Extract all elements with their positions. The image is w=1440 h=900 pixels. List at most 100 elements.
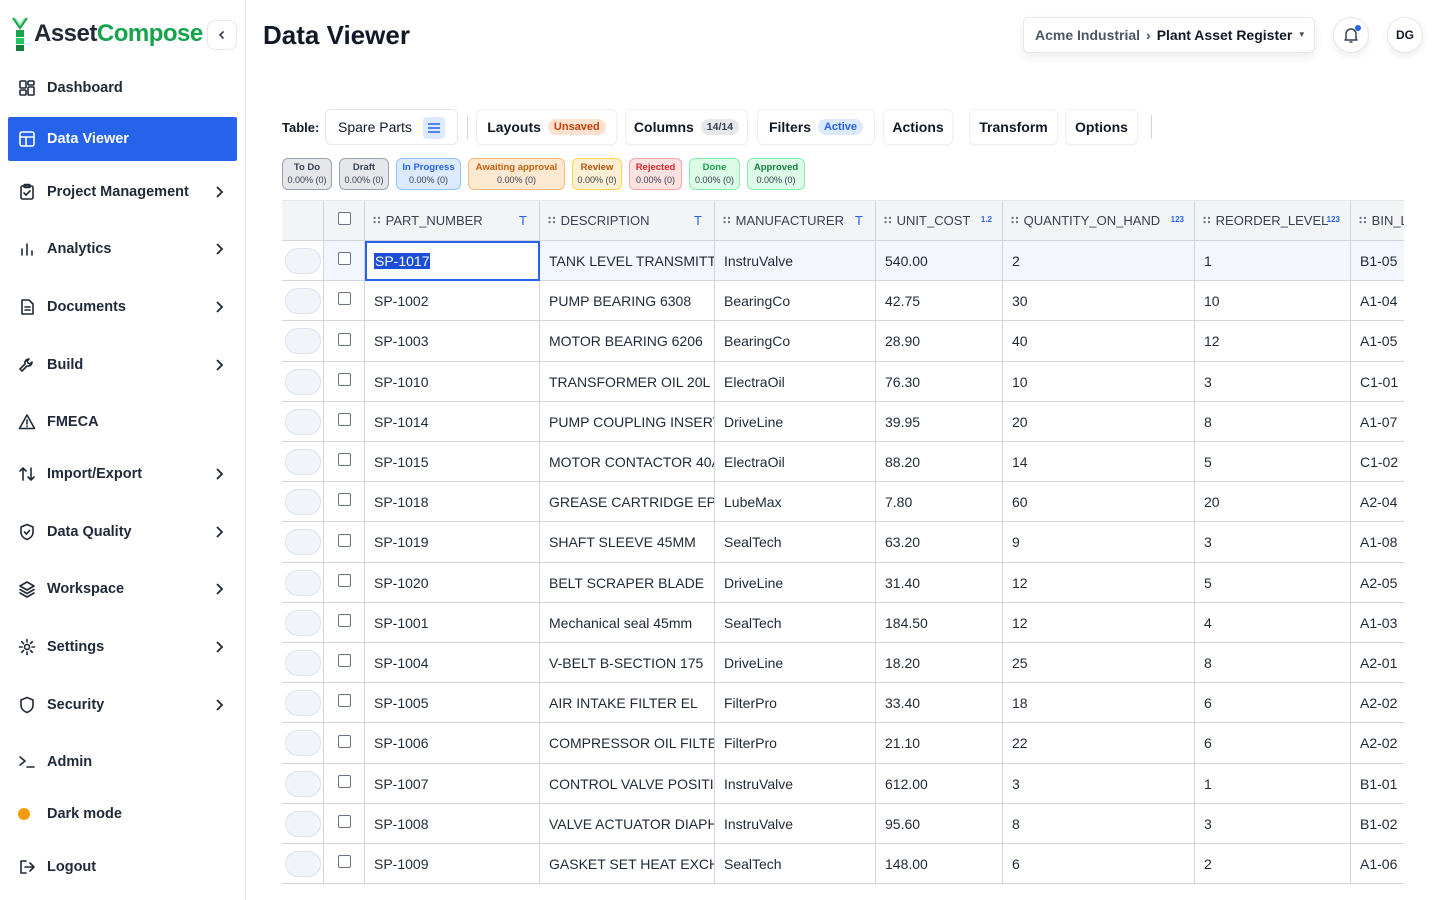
row-checkbox[interactable] <box>337 292 351 305</box>
table-cell[interactable]: SP-1018 <box>365 482 540 522</box>
row-number-pill[interactable] <box>284 328 321 354</box>
table-cell[interactable]: FilterPro <box>715 683 876 723</box>
status-chip-to-do[interactable]: To Do 0.00% (0) <box>282 158 332 190</box>
table-cell[interactable]: 1 <box>1195 764 1351 804</box>
row-number-pill[interactable] <box>284 810 321 837</box>
table-cell[interactable]: 42.75 <box>876 281 1003 321</box>
drag-handle-icon[interactable]: ∷ <box>373 214 381 227</box>
table-cell[interactable]: 25 <box>1003 643 1195 683</box>
table-cell[interactable]: 6 <box>1195 723 1351 764</box>
row-number-pill[interactable] <box>284 730 321 756</box>
sidebar-item-settings[interactable]: Settings <box>8 625 237 669</box>
sidebar-item-project-management[interactable]: Project Management <box>8 170 237 214</box>
table-cell[interactable]: DriveLine <box>715 643 876 683</box>
drag-handle-icon[interactable]: ∷ <box>548 214 556 227</box>
row-checkbox[interactable] <box>337 694 351 707</box>
row-number-pill[interactable] <box>284 649 321 676</box>
row-checkbox[interactable] <box>337 775 351 788</box>
table-cell[interactable]: DriveLine <box>715 563 876 603</box>
workspace-selector[interactable]: Acme Industrial › Plant Asset Register ▾ <box>1023 17 1315 53</box>
table-cell[interactable]: A1-07 <box>1351 402 1404 442</box>
row-handle[interactable] <box>282 522 324 563</box>
row-handle[interactable] <box>282 482 324 522</box>
table-cell[interactable]: 63.20 <box>876 522 1003 563</box>
table-cell[interactable]: SP-1004 <box>365 643 540 683</box>
table-cell[interactable]: VALVE ACTUATOR DIAPH <box>540 804 715 844</box>
row-checkbox[interactable] <box>337 855 351 868</box>
table-cell[interactable]: C1-02 <box>1351 442 1404 482</box>
table-cell[interactable]: 12 <box>1195 321 1351 362</box>
row-checkbox[interactable] <box>337 614 351 627</box>
table-cell[interactable]: 21.10 <box>876 723 1003 764</box>
row-handle[interactable] <box>282 563 324 603</box>
table-cell[interactable]: A2-01 <box>1351 643 1404 683</box>
row-handle[interactable] <box>282 442 324 482</box>
row-handle[interactable] <box>282 402 324 442</box>
sidebar-item-data-quality[interactable]: Data Quality <box>8 510 237 554</box>
table-cell[interactable]: B1-02 <box>1351 804 1404 844</box>
table-cell[interactable]: 6 <box>1003 844 1195 884</box>
row-handle[interactable] <box>282 643 324 683</box>
table-cell[interactable]: BearingCo <box>715 281 876 321</box>
transform-button[interactable]: Transform <box>969 109 1058 145</box>
sidebar-item-data-viewer[interactable]: Data Viewer <box>8 117 237 161</box>
table-cell[interactable]: InstruValve <box>715 241 876 281</box>
table-cell[interactable]: A1-05 <box>1351 321 1404 362</box>
table-cell[interactable]: SP-1015 <box>365 442 540 482</box>
table-cell[interactable]: 12 <box>1003 563 1195 603</box>
sidebar-item-import-export[interactable]: Import/Export <box>8 452 237 496</box>
table-cell[interactable]: Mechanical seal 45mm <box>540 603 715 643</box>
table-cell[interactable]: SP-1014 <box>365 402 540 442</box>
row-checkbox[interactable] <box>337 493 351 506</box>
table-cell[interactable]: 2 <box>1003 241 1195 281</box>
table-cell[interactable]: 540.00 <box>876 241 1003 281</box>
table-cell[interactable]: BELT SCRAPER BLADE <box>540 563 715 603</box>
row-handle[interactable] <box>282 281 324 321</box>
table-cell[interactable]: InstruValve <box>715 764 876 804</box>
sidebar-item-workspace[interactable]: Workspace <box>8 567 237 611</box>
table-cell[interactable]: SP-1019 <box>365 522 540 563</box>
table-cell[interactable]: A1-03 <box>1351 603 1404 643</box>
sidebar-item-fmeca[interactable]: FMECA <box>8 400 237 444</box>
row-number-pill[interactable] <box>284 689 321 716</box>
brand-logo[interactable]: AssetCompose <box>10 16 203 52</box>
table-cell[interactable]: ElectraOil <box>715 362 876 402</box>
table-cell[interactable]: 39.95 <box>876 402 1003 442</box>
table-cell[interactable]: A1-06 <box>1351 844 1404 884</box>
table-cell[interactable]: 3 <box>1003 764 1195 804</box>
table-cell[interactable]: 612.00 <box>876 764 1003 804</box>
table-cell[interactable]: 4 <box>1195 603 1351 643</box>
sidebar-item-logout[interactable]: Logout <box>8 845 237 889</box>
table-cell[interactable]: 60 <box>1003 482 1195 522</box>
row-checkbox[interactable] <box>337 815 351 828</box>
columns-button[interactable]: Columns 14/14 <box>625 109 748 145</box>
table-cell[interactable]: FilterPro <box>715 723 876 764</box>
status-chip-awaiting-approval[interactable]: Awaiting approval 0.00% (0) <box>468 158 565 190</box>
table-cell[interactable]: 22 <box>1003 723 1195 764</box>
table-cell[interactable]: 33.40 <box>876 683 1003 723</box>
sidebar-item-documents[interactable]: Documents <box>8 285 237 329</box>
table-cell[interactable]: DriveLine <box>715 402 876 442</box>
row-handle[interactable] <box>282 804 324 844</box>
row-number-pill[interactable] <box>284 368 321 395</box>
row-handle[interactable] <box>282 362 324 402</box>
table-cell[interactable]: CONTROL VALVE POSITI <box>540 764 715 804</box>
table-cell[interactable]: GREASE CARTRIDGE EP2 <box>540 482 715 522</box>
status-chip-done[interactable]: Done 0.00% (0) <box>689 158 740 190</box>
row-number-pill[interactable] <box>284 247 321 274</box>
options-button[interactable]: Options <box>1065 109 1138 145</box>
table-cell[interactable]: A2-02 <box>1351 723 1404 764</box>
status-chip-approved[interactable]: Approved 0.00% (0) <box>747 158 805 190</box>
column-header-bin-location[interactable]: ∷ BIN_LOCATION <box>1351 201 1404 241</box>
column-header-manufacturer[interactable]: ∷ MANUFACTURER T <box>715 201 876 241</box>
row-checkbox[interactable] <box>337 453 351 466</box>
table-cell[interactable]: 31.40 <box>876 563 1003 603</box>
row-number-pill[interactable] <box>284 609 321 636</box>
table-cell[interactable]: B1-05 <box>1351 241 1404 281</box>
table-cell[interactable]: 14 <box>1003 442 1195 482</box>
table-cell[interactable]: 88.20 <box>876 442 1003 482</box>
sidebar-collapse-button[interactable] <box>207 20 237 50</box>
column-header-quantity-on-hand[interactable]: ∷ QUANTITY_ON_HAND 123 <box>1003 201 1195 241</box>
table-cell[interactable]: B1-01 <box>1351 764 1404 804</box>
menu-icon[interactable] <box>423 117 445 139</box>
